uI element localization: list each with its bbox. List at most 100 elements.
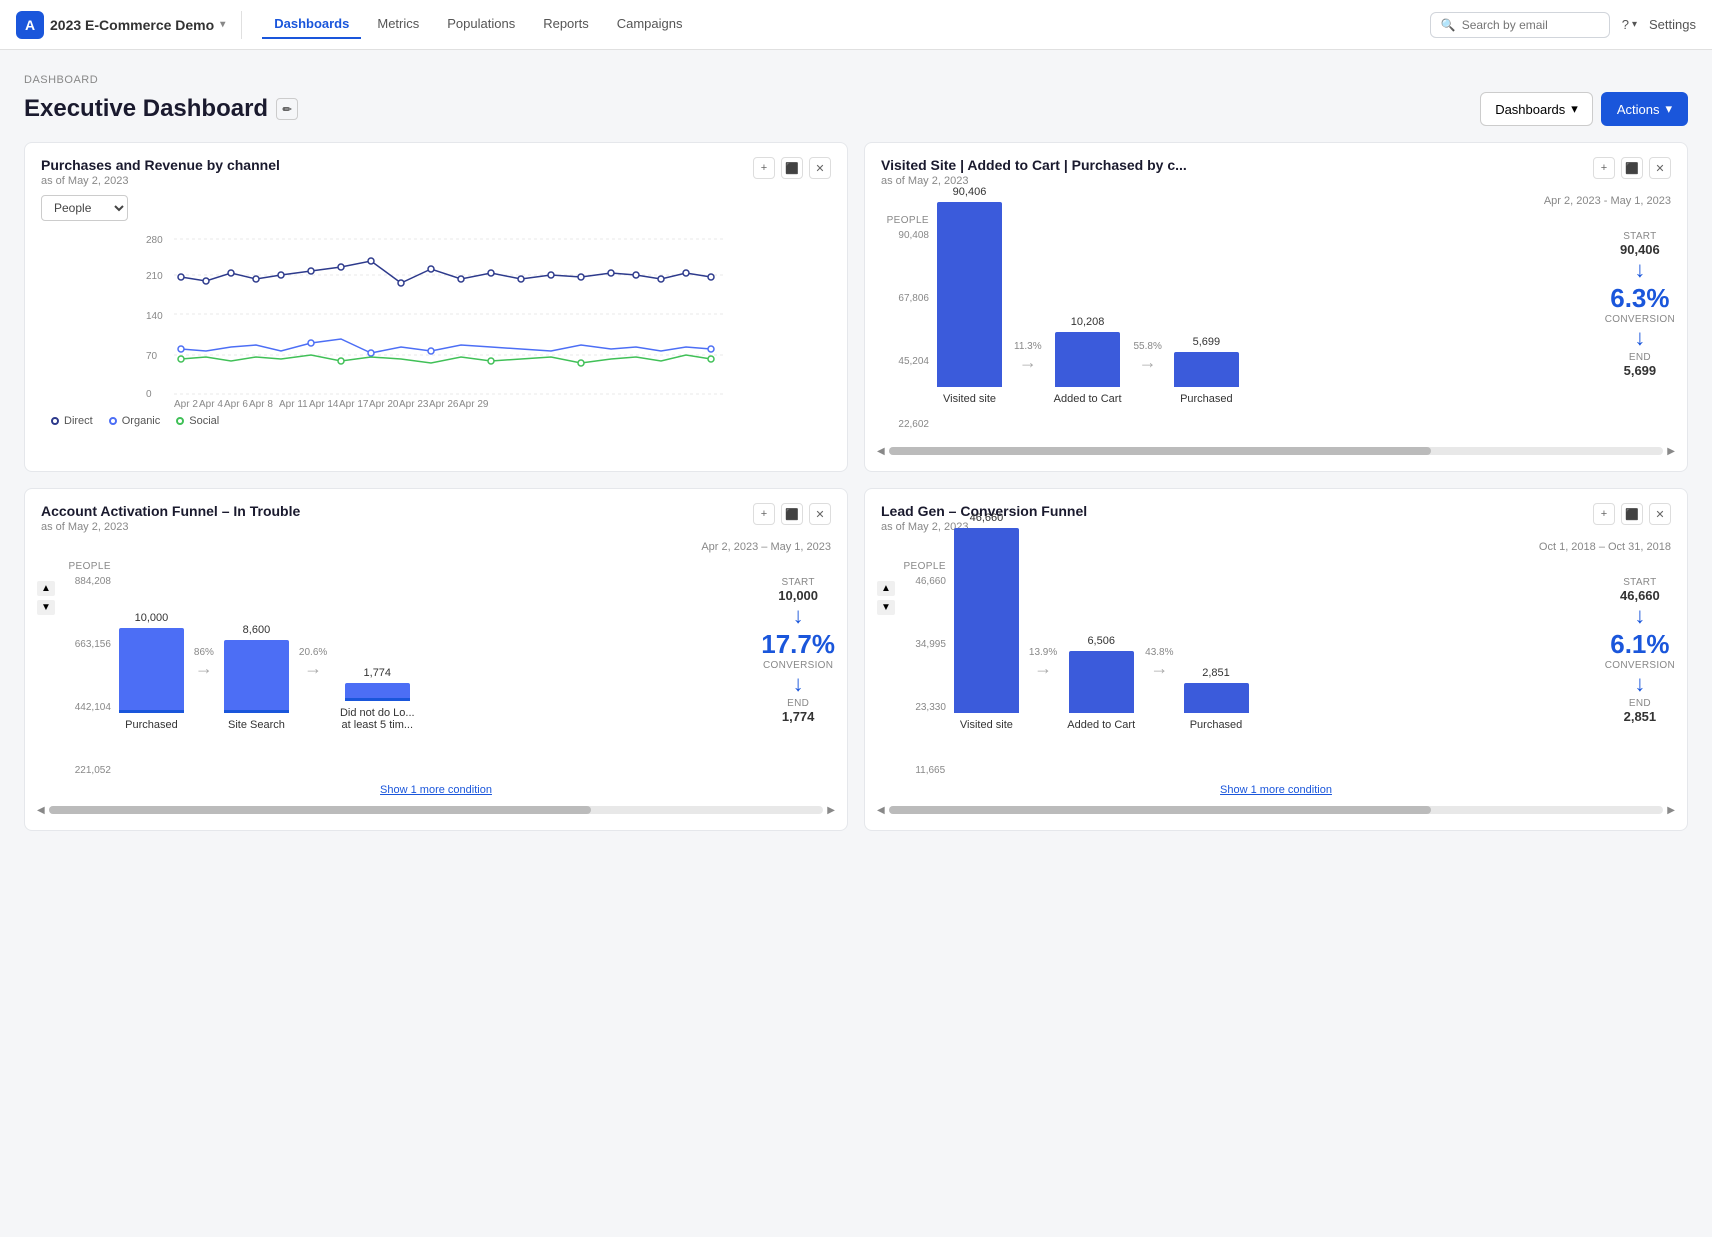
- card4-funnel-area: Oct 1, 2018 – Oct 31, 2018 ▲ ▼ PEOPLE 46…: [865, 541, 1687, 830]
- card2-ytick-2: 45,204: [898, 356, 929, 367]
- card2-add-button[interactable]: +: [1593, 157, 1615, 179]
- card4-export-button[interactable]: ⬛: [1621, 503, 1643, 525]
- card4-end-val: 2,851: [1624, 709, 1657, 724]
- dashboards-chevron-icon: ▾: [1571, 101, 1578, 117]
- card3-conversion-pct: 17.7%: [761, 629, 835, 660]
- card3-down-arrow2: ↓: [793, 671, 804, 697]
- card3-ytick-3: 221,052: [75, 765, 111, 776]
- app-logo[interactable]: A 2023 E-Commerce Demo ▾: [16, 11, 242, 39]
- card2-conversion-pct: 6.3%: [1610, 283, 1669, 314]
- card3-show-more[interactable]: Show 1 more condition: [37, 781, 835, 796]
- card3-export-button[interactable]: ⬛: [781, 503, 803, 525]
- card2-actions: + ⬛ ✕: [1593, 157, 1671, 179]
- svg-text:280: 280: [146, 235, 163, 246]
- card3-conn1-pct: 20.6%: [299, 647, 327, 658]
- card4-bar2: [1184, 683, 1249, 713]
- card3-bar0-label: 10,000: [135, 612, 169, 624]
- card4-delete-button[interactable]: ✕: [1649, 503, 1671, 525]
- people-dropdown[interactable]: People Sessions Revenue: [41, 195, 128, 221]
- card4-down-arrow: ↓: [1634, 603, 1645, 629]
- legend-organic-label: Organic: [122, 415, 161, 427]
- actions-dropdown-button[interactable]: Actions ▾: [1601, 92, 1688, 126]
- nav-links: Dashboards Metrics Populations Reports C…: [262, 10, 1410, 39]
- nav-metrics[interactable]: Metrics: [365, 10, 431, 39]
- card3-people-label: PEOPLE: [68, 561, 110, 572]
- card4-bar1-label: 6,506: [1087, 635, 1115, 647]
- email-search[interactable]: 🔍: [1430, 12, 1610, 38]
- dashboards-dropdown-button[interactable]: Dashboards ▾: [1480, 92, 1593, 126]
- line-chart: 280 210 140 70 0: [41, 229, 831, 409]
- card2-export-button[interactable]: ⬛: [1621, 157, 1643, 179]
- card3-actions: + ⬛ ✕: [753, 503, 831, 525]
- card2-ytick-0: 90,408: [898, 230, 929, 241]
- card3-date-range: Apr 2, 2023 – May 1, 2023: [37, 541, 835, 553]
- card4-ytick-0: 46,660: [915, 576, 946, 587]
- card2-bar1-name: Added to Cart: [1054, 393, 1122, 405]
- card1-delete-button[interactable]: ✕: [809, 157, 831, 179]
- nav-reports[interactable]: Reports: [531, 10, 601, 39]
- project-name: 2023 E-Commerce Demo: [50, 17, 214, 33]
- card3-ytick-2: 442,104: [75, 702, 111, 713]
- page-title: Executive Dashboard ✏: [24, 95, 298, 123]
- search-icon: 🔍: [1441, 18, 1456, 32]
- card3-bar2: [345, 683, 410, 701]
- card2-bar0: [937, 202, 1002, 387]
- card4-conversion-pct: 6.1%: [1610, 629, 1669, 660]
- card2-scrollbar[interactable]: [889, 447, 1431, 455]
- card4-start-label: START: [1623, 577, 1656, 588]
- nav-dashboards[interactable]: Dashboards: [262, 10, 361, 39]
- card3-bar1-label: 8,600: [243, 624, 271, 636]
- card2-ytick-1: 67,806: [898, 293, 929, 304]
- card2-down-arrow: ↓: [1634, 257, 1645, 283]
- help-icon: ?: [1622, 17, 1629, 32]
- card2-start-label: START: [1623, 231, 1656, 242]
- card1-export-button[interactable]: ⬛: [781, 157, 803, 179]
- card3-delete-button[interactable]: ✕: [809, 503, 831, 525]
- card2-bar0-name: Visited site: [943, 393, 996, 405]
- search-input[interactable]: [1462, 18, 1599, 32]
- card3-title: Account Activation Funnel – In Trouble: [41, 503, 300, 519]
- card2-people-label: PEOPLE: [887, 215, 929, 226]
- dashboard-grid: Purchases and Revenue by channel as of M…: [0, 142, 1712, 855]
- card3-start-label: START: [781, 577, 814, 588]
- card4-scrollbar[interactable]: [889, 806, 1431, 814]
- svg-text:Apr 23: Apr 23: [399, 399, 429, 409]
- legend-organic: Organic: [109, 415, 161, 427]
- breadcrumb: DASHBOARD: [24, 74, 1688, 86]
- nav-populations[interactable]: Populations: [435, 10, 527, 39]
- card2-bar2: [1174, 352, 1239, 387]
- card3-scroll-up[interactable]: ▲: [37, 581, 55, 596]
- navigation: A 2023 E-Commerce Demo ▾ Dashboards Metr…: [0, 0, 1712, 50]
- card3-add-button[interactable]: +: [753, 503, 775, 525]
- card2-end-val: 5,699: [1624, 363, 1657, 378]
- settings-button[interactable]: Settings: [1649, 17, 1696, 32]
- card2-bar1: [1055, 332, 1120, 387]
- card4-add-button[interactable]: +: [1593, 503, 1615, 525]
- svg-text:Apr 20: Apr 20: [369, 399, 399, 409]
- card3-ytick-0: 884,208: [75, 576, 111, 587]
- edit-title-button[interactable]: ✏: [276, 98, 298, 120]
- card1-add-button[interactable]: +: [753, 157, 775, 179]
- card-account-activation: Account Activation Funnel – In Trouble a…: [24, 488, 848, 831]
- svg-text:Apr 6: Apr 6: [224, 399, 248, 409]
- card1-chart-area: People Sessions Revenue 280 210 140 70 0: [25, 195, 847, 439]
- actions-chevron-icon: ▾: [1665, 101, 1672, 117]
- card4-scroll-down[interactable]: ▼: [877, 600, 895, 615]
- title-row: Executive Dashboard ✏ Dashboards ▾ Actio…: [24, 92, 1688, 126]
- help-button[interactable]: ? ▾: [1622, 17, 1637, 32]
- card3-scroll-down[interactable]: ▼: [37, 600, 55, 615]
- legend-direct: Direct: [51, 415, 93, 427]
- card3-end-val: 1,774: [782, 709, 815, 724]
- card3-scrollbar[interactable]: [49, 806, 591, 814]
- card4-people-label: PEOPLE: [903, 561, 945, 572]
- card2-delete-button[interactable]: ✕: [1649, 157, 1671, 179]
- card4-show-more[interactable]: Show 1 more condition: [877, 781, 1675, 796]
- card4-conn0-pct: 13.9%: [1029, 647, 1057, 658]
- card4-ytick-2: 23,330: [915, 702, 946, 713]
- card3-bar0: [119, 628, 184, 713]
- nav-campaigns[interactable]: Campaigns: [605, 10, 695, 39]
- card4-scroll-up[interactable]: ▲: [877, 581, 895, 596]
- card4-bar1: [1069, 651, 1134, 713]
- svg-text:Apr 8: Apr 8: [249, 399, 273, 409]
- card4-end-label: END: [1629, 698, 1651, 709]
